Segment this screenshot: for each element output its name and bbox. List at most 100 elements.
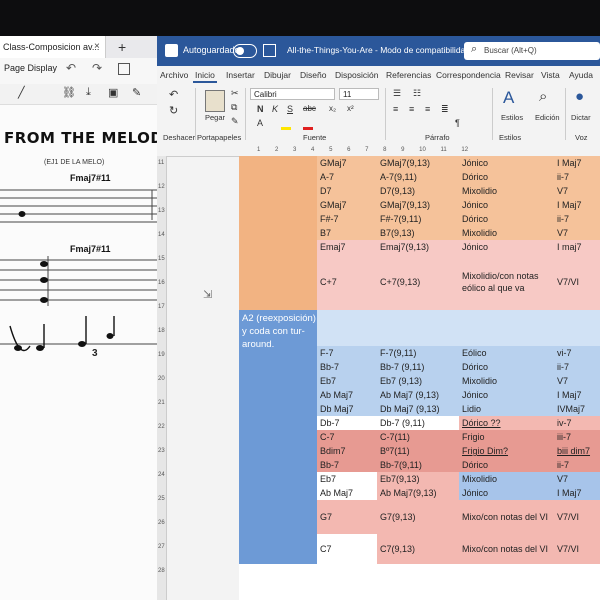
align-center-icon[interactable]: ≡ — [409, 104, 414, 114]
table-cell[interactable]: Jónico — [459, 156, 554, 170]
table-cell[interactable]: Jónico — [459, 388, 554, 402]
table-cell[interactable]: ii-7 — [554, 458, 600, 472]
subscript-button[interactable]: x₂ — [329, 104, 336, 113]
table-cell[interactable]: Bb-7 (9,11) — [377, 360, 459, 374]
table-cell[interactable]: iii-7 — [554, 430, 600, 444]
table-cell[interactable]: V7 — [554, 472, 600, 486]
table-cell[interactable]: F-7 — [317, 346, 377, 360]
strikethrough-button[interactable]: abc — [303, 104, 316, 113]
table-cell[interactable]: Mixolidio — [459, 226, 554, 240]
table-cell[interactable]: Jónico — [459, 486, 554, 500]
table-cell[interactable]: V7 — [554, 184, 600, 198]
table-cell[interactable]: I Maj7 — [554, 388, 600, 402]
table-cell[interactable]: Eb7(9,13) — [377, 472, 459, 486]
table-cell[interactable]: I maj7 — [554, 240, 600, 254]
page-display-menu[interactable]: Page Display — [4, 63, 57, 73]
table-cell[interactable]: GMaj7(9,13) — [377, 198, 459, 212]
italic-button[interactable]: K — [272, 104, 278, 114]
table-cell[interactable] — [459, 310, 554, 346]
tab-ayuda[interactable]: Ayuda — [569, 70, 593, 80]
undo-icon[interactable]: ↶ — [169, 88, 178, 101]
justify-icon[interactable]: ≣ — [441, 104, 449, 115]
table-cell[interactable]: Bº7(11) — [377, 444, 459, 458]
table-cell[interactable] — [317, 310, 377, 346]
format-painter-icon[interactable]: ✎ — [231, 116, 239, 127]
table-cell[interactable]: biii dim7 — [554, 444, 600, 458]
copy-icon[interactable]: ⧉ — [231, 102, 237, 113]
highlight-icon[interactable] — [281, 118, 291, 130]
download-icon[interactable]: ⤓ — [86, 86, 91, 99]
close-icon[interactable]: × — [94, 36, 100, 58]
table-cell[interactable] — [377, 310, 459, 346]
table-cell[interactable]: GMaj7 — [317, 156, 377, 170]
cut-icon[interactable]: ✂ — [231, 88, 239, 99]
font-color-icon[interactable] — [303, 118, 313, 130]
tab-vista[interactable]: Vista — [541, 70, 560, 80]
table-cell[interactable]: F#-7 — [317, 212, 377, 226]
table-cell[interactable]: Bb-7(9,11) — [377, 458, 459, 472]
left-browser-tab[interactable]: Class-Composicion av... — [0, 36, 106, 58]
table-cell[interactable]: Mixolidio/con notas eólico al que va — [459, 254, 554, 310]
table-cell[interactable]: Frigio Dim? — [459, 444, 554, 458]
table-cell[interactable]: G7(9,13) — [377, 500, 459, 534]
tab-disposicion[interactable]: Disposición — [335, 70, 378, 80]
font-name-select[interactable]: Calibri — [250, 88, 335, 100]
table-cell[interactable]: A-7(9,11) — [377, 170, 459, 184]
tab-revisar[interactable]: Revisar — [505, 70, 534, 80]
table-cell[interactable]: C-7 — [317, 430, 377, 444]
tab-insertar[interactable]: Insertar — [226, 70, 255, 80]
table-cell[interactable]: Mixo/con notas del VI — [459, 534, 554, 564]
pen-icon[interactable]: ✎ — [132, 86, 141, 99]
table-cell[interactable]: B7 — [317, 226, 377, 240]
table-cell[interactable]: G7 — [317, 500, 377, 534]
table-cell[interactable]: Eb7 (9,13) — [377, 374, 459, 388]
table-cell[interactable]: Bdim7 — [317, 444, 377, 458]
link-icon[interactable]: ⛓ — [62, 86, 76, 99]
table-cell[interactable]: V7 — [554, 226, 600, 240]
table-cell[interactable]: V7/VI — [554, 500, 600, 534]
font-size-select[interactable]: 11 — [339, 88, 379, 100]
table-cell[interactable]: Mixo/con notas del VI — [459, 500, 554, 534]
table-cell[interactable]: B7(9,13) — [377, 226, 459, 240]
text-effects-icon[interactable]: A — [257, 118, 263, 128]
microphone-icon[interactable]: ● — [575, 88, 584, 105]
table-cell[interactable]: C7(9,13) — [377, 534, 459, 564]
table-cell[interactable] — [554, 310, 600, 346]
undo-icon[interactable]: ↶ — [66, 61, 76, 75]
table-cell[interactable]: Eb7 — [317, 472, 377, 486]
table-cell[interactable]: Ab Maj7 (9,13) — [377, 388, 459, 402]
table-cell[interactable]: C+7(9,13) — [377, 254, 459, 310]
table-cell[interactable]: Dórico — [459, 212, 554, 226]
image-icon[interactable]: ▣ — [108, 86, 118, 99]
align-right-icon[interactable]: ≡ — [425, 104, 430, 114]
table-cell[interactable]: F-7(9,11) — [377, 346, 459, 360]
table-cell[interactable]: Bb-7 — [317, 458, 377, 472]
table-cell[interactable]: I Maj7 — [554, 486, 600, 500]
table-cell[interactable]: Lidio — [459, 402, 554, 416]
table-cell[interactable]: Db Maj7 — [317, 402, 377, 416]
table-cell[interactable]: Jónico — [459, 198, 554, 212]
table-cell[interactable]: Db Maj7 (9,13) — [377, 402, 459, 416]
numbering-icon[interactable]: ☷ — [413, 88, 421, 99]
table-cell[interactable]: V7/VI — [554, 254, 600, 310]
redo-icon[interactable]: ↷ — [92, 61, 102, 75]
table-cell[interactable]: Mixolidio — [459, 184, 554, 198]
find-icon[interactable]: ⌕ — [539, 88, 547, 105]
table-cell[interactable]: Dórico — [459, 360, 554, 374]
table-cell[interactable]: D7 — [317, 184, 377, 198]
table-cell[interactable]: C-7(11) — [377, 430, 459, 444]
table-cell[interactable]: D7(9,13) — [377, 184, 459, 198]
table-cell[interactable]: vi-7 — [554, 346, 600, 360]
table-cell[interactable]: C+7 — [317, 254, 377, 310]
table-cell[interactable]: ii-7 — [554, 170, 600, 184]
tab-archivo[interactable]: Archivo — [160, 70, 188, 80]
table-cell[interactable]: ii-7 — [554, 212, 600, 226]
underline-button[interactable]: S — [287, 104, 293, 114]
align-left-icon[interactable]: ≡ — [393, 104, 398, 114]
table-cell[interactable]: Ab Maj7(9,13) — [377, 486, 459, 500]
table-cell[interactable]: Dórico ?? — [459, 416, 554, 430]
table-cell[interactable]: Jónico — [459, 240, 554, 254]
table-cell[interactable]: A-7 — [317, 170, 377, 184]
styles-icon[interactable]: A — [503, 88, 514, 108]
table-cell[interactable]: V7 — [554, 374, 600, 388]
